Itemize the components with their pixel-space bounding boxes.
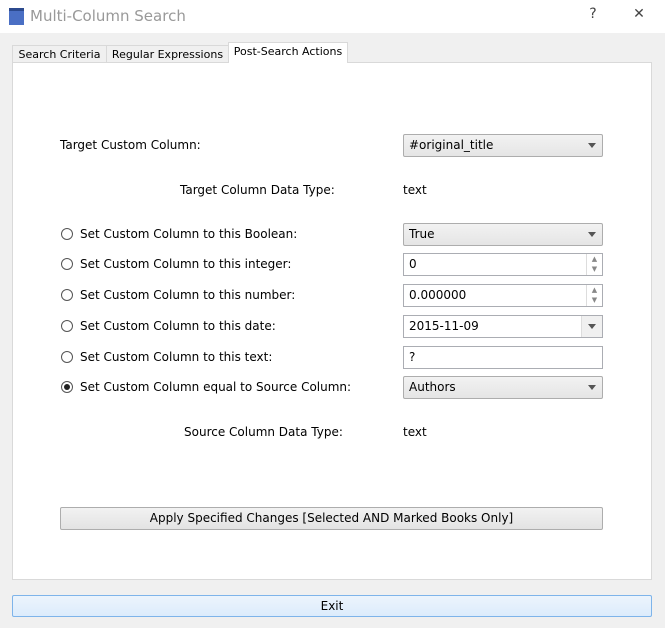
target-column-combo[interactable]: #original_title xyxy=(403,134,603,157)
spin-arrows-icon[interactable]: ▲ ▼ xyxy=(586,285,602,306)
help-button[interactable]: ? xyxy=(583,6,603,22)
tab-search-criteria[interactable]: Search Criteria xyxy=(12,45,107,62)
target-column-label: Target Custom Column: xyxy=(60,138,201,152)
boolean-value: True xyxy=(409,227,435,241)
window-title: Multi-Column Search xyxy=(30,7,186,25)
source-type-value: text xyxy=(403,425,427,439)
option-text-label: Set Custom Column to this text: xyxy=(80,350,273,364)
integer-spinbox[interactable]: 0 ▲ ▼ xyxy=(403,253,603,276)
target-column-value: #original_title xyxy=(409,138,494,152)
app-icon xyxy=(9,8,24,25)
option-number-label: Set Custom Column to this number: xyxy=(80,288,296,302)
date-edit[interactable]: 2015-11-09 xyxy=(403,315,603,338)
source-column-value: Authors xyxy=(409,380,456,394)
text-input[interactable]: ? xyxy=(403,346,603,369)
radio-integer[interactable] xyxy=(61,258,73,270)
target-type-label: Target Column Data Type: xyxy=(180,183,335,197)
option-date-label: Set Custom Column to this date: xyxy=(80,319,276,333)
chevron-down-icon xyxy=(588,232,596,237)
title-bar: Multi-Column Search ? ✕ xyxy=(0,0,665,34)
chevron-down-icon xyxy=(588,143,596,148)
apply-changes-button[interactable]: Apply Specified Changes [Selected AND Ma… xyxy=(60,507,603,530)
radio-date[interactable] xyxy=(61,320,73,332)
option-source-label: Set Custom Column equal to Source Column… xyxy=(80,380,352,394)
boolean-combo[interactable]: True xyxy=(403,223,603,246)
spin-arrows-icon[interactable]: ▲ ▼ xyxy=(586,254,602,275)
radio-boolean[interactable] xyxy=(61,228,73,240)
target-type-value: text xyxy=(403,183,427,197)
tab-post-search-actions[interactable]: Post-Search Actions xyxy=(228,42,348,63)
radio-text[interactable] xyxy=(61,351,73,363)
option-boolean-label: Set Custom Column to this Boolean: xyxy=(80,227,298,241)
chevron-down-icon xyxy=(588,385,596,390)
exit-button[interactable]: Exit xyxy=(12,595,652,617)
number-value: 0.000000 xyxy=(409,288,467,302)
number-spinbox[interactable]: 0.000000 ▲ ▼ xyxy=(403,284,603,307)
source-type-label: Source Column Data Type: xyxy=(184,425,343,439)
date-value: 2015-11-09 xyxy=(409,319,479,333)
source-column-combo[interactable]: Authors xyxy=(403,376,603,399)
radio-number[interactable] xyxy=(61,289,73,301)
tab-regular-expressions[interactable]: Regular Expressions xyxy=(106,45,229,62)
integer-value: 0 xyxy=(409,257,417,271)
calendar-dropdown[interactable] xyxy=(581,316,602,337)
chevron-down-icon xyxy=(588,324,596,329)
option-integer-label: Set Custom Column to this integer: xyxy=(80,257,292,271)
close-button[interactable]: ✕ xyxy=(629,6,649,22)
radio-source-column[interactable] xyxy=(61,381,73,393)
